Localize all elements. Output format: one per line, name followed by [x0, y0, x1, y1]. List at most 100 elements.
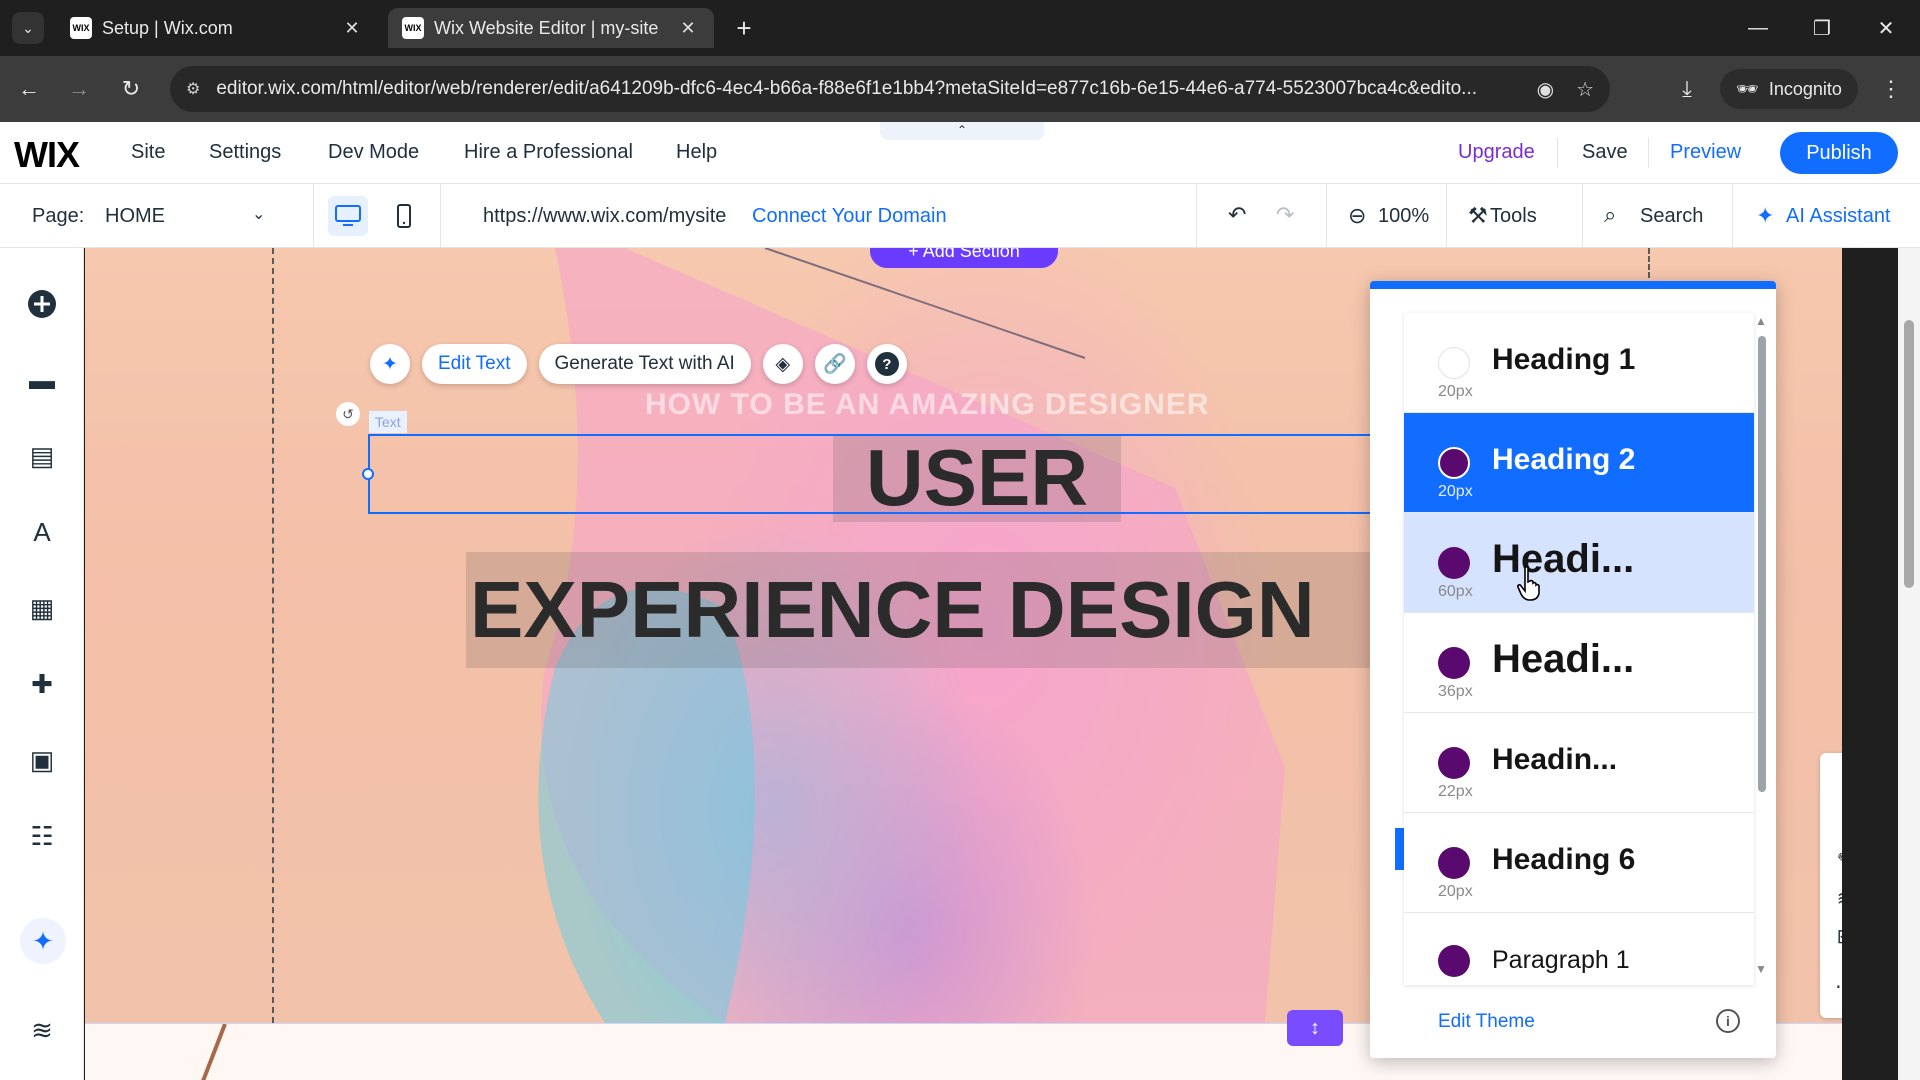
close-window-icon[interactable]: ✕ [1864, 10, 1908, 46]
style-name: Headi... [1492, 637, 1635, 681]
color-swatch [1438, 647, 1470, 679]
preview-button[interactable]: Preview [1670, 141, 1741, 164]
search-button[interactable]: Search [1640, 205, 1703, 228]
menu-dev-mode[interactable]: Dev Mode [328, 141, 419, 164]
reload-icon[interactable]: ↻ [114, 72, 148, 106]
mobile-view-button[interactable] [384, 196, 424, 236]
link-icon[interactable]: 🔗 [814, 344, 855, 384]
page-label: Page: [32, 205, 85, 227]
restore-icon[interactable]: ❐ [1800, 10, 1844, 46]
stretch-section-icon[interactable]: ↕ [1287, 1010, 1343, 1046]
scroll-up-arrow-icon[interactable]: ▲ [1755, 314, 1767, 328]
style-list-scrollbar[interactable] [1758, 336, 1766, 792]
add-section-button[interactable]: + Add Section [870, 248, 1058, 268]
more-icon[interactable]: ⋯ [1820, 971, 1842, 1001]
media-icon[interactable]: ▣ [20, 738, 64, 782]
editor-toolbar: Page: HOME ⌄ https://www.wix.com/mysite … [0, 184, 1920, 248]
layout-icon[interactable]: ⊞ [1820, 921, 1842, 951]
animation-icon[interactable]: ◈ [762, 344, 803, 384]
divider [1557, 138, 1558, 168]
search-icon[interactable]: ⌕ [1604, 202, 1616, 228]
resize-handle[interactable] [362, 468, 374, 480]
heading-text-line-2[interactable]: EXPERIENCE DESIGN [466, 552, 1466, 668]
address-bar[interactable]: ⚙ editor.wix.com/html/editor/web/rendere… [170, 66, 1610, 112]
wix-logo[interactable]: WIX [14, 134, 80, 176]
style-paragraph-1[interactable]: Paragraph 1 [1404, 913, 1754, 985]
style-heading-1[interactable]: Heading 1 20px [1404, 313, 1754, 413]
subheading-text[interactable]: HOW TO BE AN AMAZING DESIGNER [645, 388, 1210, 422]
close-tab-icon[interactable]: ✕ [340, 18, 364, 39]
menu-site[interactable]: Site [131, 141, 165, 164]
close-tab-icon[interactable]: ✕ [676, 18, 700, 39]
menu-help[interactable]: Help [676, 141, 717, 164]
style-size: 20px [1438, 383, 1473, 400]
browser-tab-setup[interactable]: WIX Setup | Wix.com ✕ [56, 8, 378, 48]
pencil-icon[interactable]: ✎ [1820, 845, 1842, 875]
move-down-arrow-icon[interactable]: ↓ [1820, 801, 1842, 831]
ai-sparkle-icon[interactable]: ✦ [20, 918, 66, 964]
info-icon[interactable]: i [1716, 1009, 1740, 1033]
eye-off-icon[interactable]: ◉ [1537, 77, 1554, 102]
page-dropdown[interactable]: HOME [105, 205, 275, 228]
style-heading-6[interactable]: Heading 6 20px [1404, 813, 1754, 913]
minimize-icon[interactable]: — [1736, 10, 1780, 46]
reset-icon[interactable]: ↺ [336, 402, 360, 426]
site-design-icon[interactable]: A [20, 510, 64, 554]
publish-button[interactable]: Publish [1780, 132, 1898, 174]
download-icon[interactable]: ⤓ [1670, 72, 1704, 106]
business-apps-icon[interactable]: ✚ [20, 662, 64, 706]
redo-icon[interactable]: ↷ [1276, 202, 1294, 228]
tab-title: Setup | Wix.com [102, 17, 233, 38]
scroll-down-arrow-icon[interactable]: ▼ [1755, 962, 1767, 976]
bookmark-star-icon[interactable]: ☆ [1576, 77, 1594, 102]
incognito-badge[interactable]: 🕶 Incognito [1720, 69, 1858, 109]
connect-domain-link[interactable]: Connect Your Domain [752, 205, 947, 228]
upgrade-link[interactable]: Upgrade [1458, 141, 1535, 164]
zoom-out-icon[interactable]: ⊖ [1348, 203, 1366, 229]
apps-icon[interactable]: ▦ [20, 586, 64, 630]
menu-hire-professional[interactable]: Hire a Professional [464, 141, 633, 164]
style-heading-3[interactable]: Headi... 60px [1404, 513, 1754, 613]
generate-text-ai-button[interactable]: Generate Text with AI [538, 344, 751, 384]
style-heading-2[interactable]: Heading 2 20px [1404, 413, 1754, 513]
add-elements-icon[interactable] [20, 282, 64, 326]
tools-icon[interactable]: ⚒ [1468, 203, 1488, 229]
move-up-arrow-icon[interactable]: ↑ [1820, 761, 1842, 791]
ai-sparkle-icon[interactable]: ✦ [370, 344, 410, 384]
style-heading-4[interactable]: Headi... 36px [1404, 613, 1754, 713]
ai-assistant-button[interactable]: AI Assistant [1786, 205, 1891, 228]
undo-icon[interactable]: ↶ [1228, 202, 1246, 228]
site-settings-icon[interactable]: ⚙ [186, 79, 200, 99]
style-heading-5[interactable]: Headin... 22px [1404, 713, 1754, 813]
collapse-toolbar-chevron-icon[interactable]: ⌃ [880, 122, 1044, 140]
edit-text-button[interactable]: Edit Text [422, 344, 527, 384]
chevron-down-icon[interactable]: ⌄ [252, 204, 265, 224]
zoom-level[interactable]: 100% [1378, 205, 1429, 228]
pages-icon[interactable]: ▤ [20, 434, 64, 478]
tools-button[interactable]: Tools [1490, 205, 1537, 228]
color-swatch [1438, 547, 1470, 579]
plus-circle-icon [28, 290, 56, 318]
layers-icon[interactable]: ≋ [1820, 883, 1842, 913]
browser-tab-editor[interactable]: WIX Wix Website Editor | my-site ✕ [388, 8, 714, 48]
page-scrollbar-thumb[interactable] [1904, 320, 1914, 588]
cms-table-icon[interactable]: ☷ [20, 814, 64, 858]
forward-arrow-icon[interactable]: → [62, 72, 96, 106]
help-icon[interactable]: ? [866, 344, 907, 384]
new-tab-plus-icon[interactable]: + [728, 12, 760, 44]
divider [1446, 184, 1447, 248]
tab-search-chevron-icon[interactable]: ⌄ [12, 12, 44, 44]
divider [1732, 184, 1733, 248]
save-button[interactable]: Save [1582, 141, 1628, 164]
color-swatch [1438, 847, 1470, 879]
desktop-view-button[interactable] [328, 196, 368, 236]
back-arrow-icon[interactable]: ← [12, 72, 46, 106]
text-selection-box [368, 434, 1458, 514]
layers-icon[interactable]: ≋ [20, 1008, 64, 1052]
sparkle-icon[interactable]: ✦ [1756, 203, 1774, 229]
menu-settings[interactable]: Settings [209, 141, 281, 164]
browser-menu-icon[interactable]: ⋮ [1874, 72, 1908, 106]
sections-icon[interactable]: ▬ [20, 358, 64, 402]
style-name: Headin... [1492, 743, 1618, 776]
edit-theme-link[interactable]: Edit Theme [1438, 1011, 1535, 1033]
